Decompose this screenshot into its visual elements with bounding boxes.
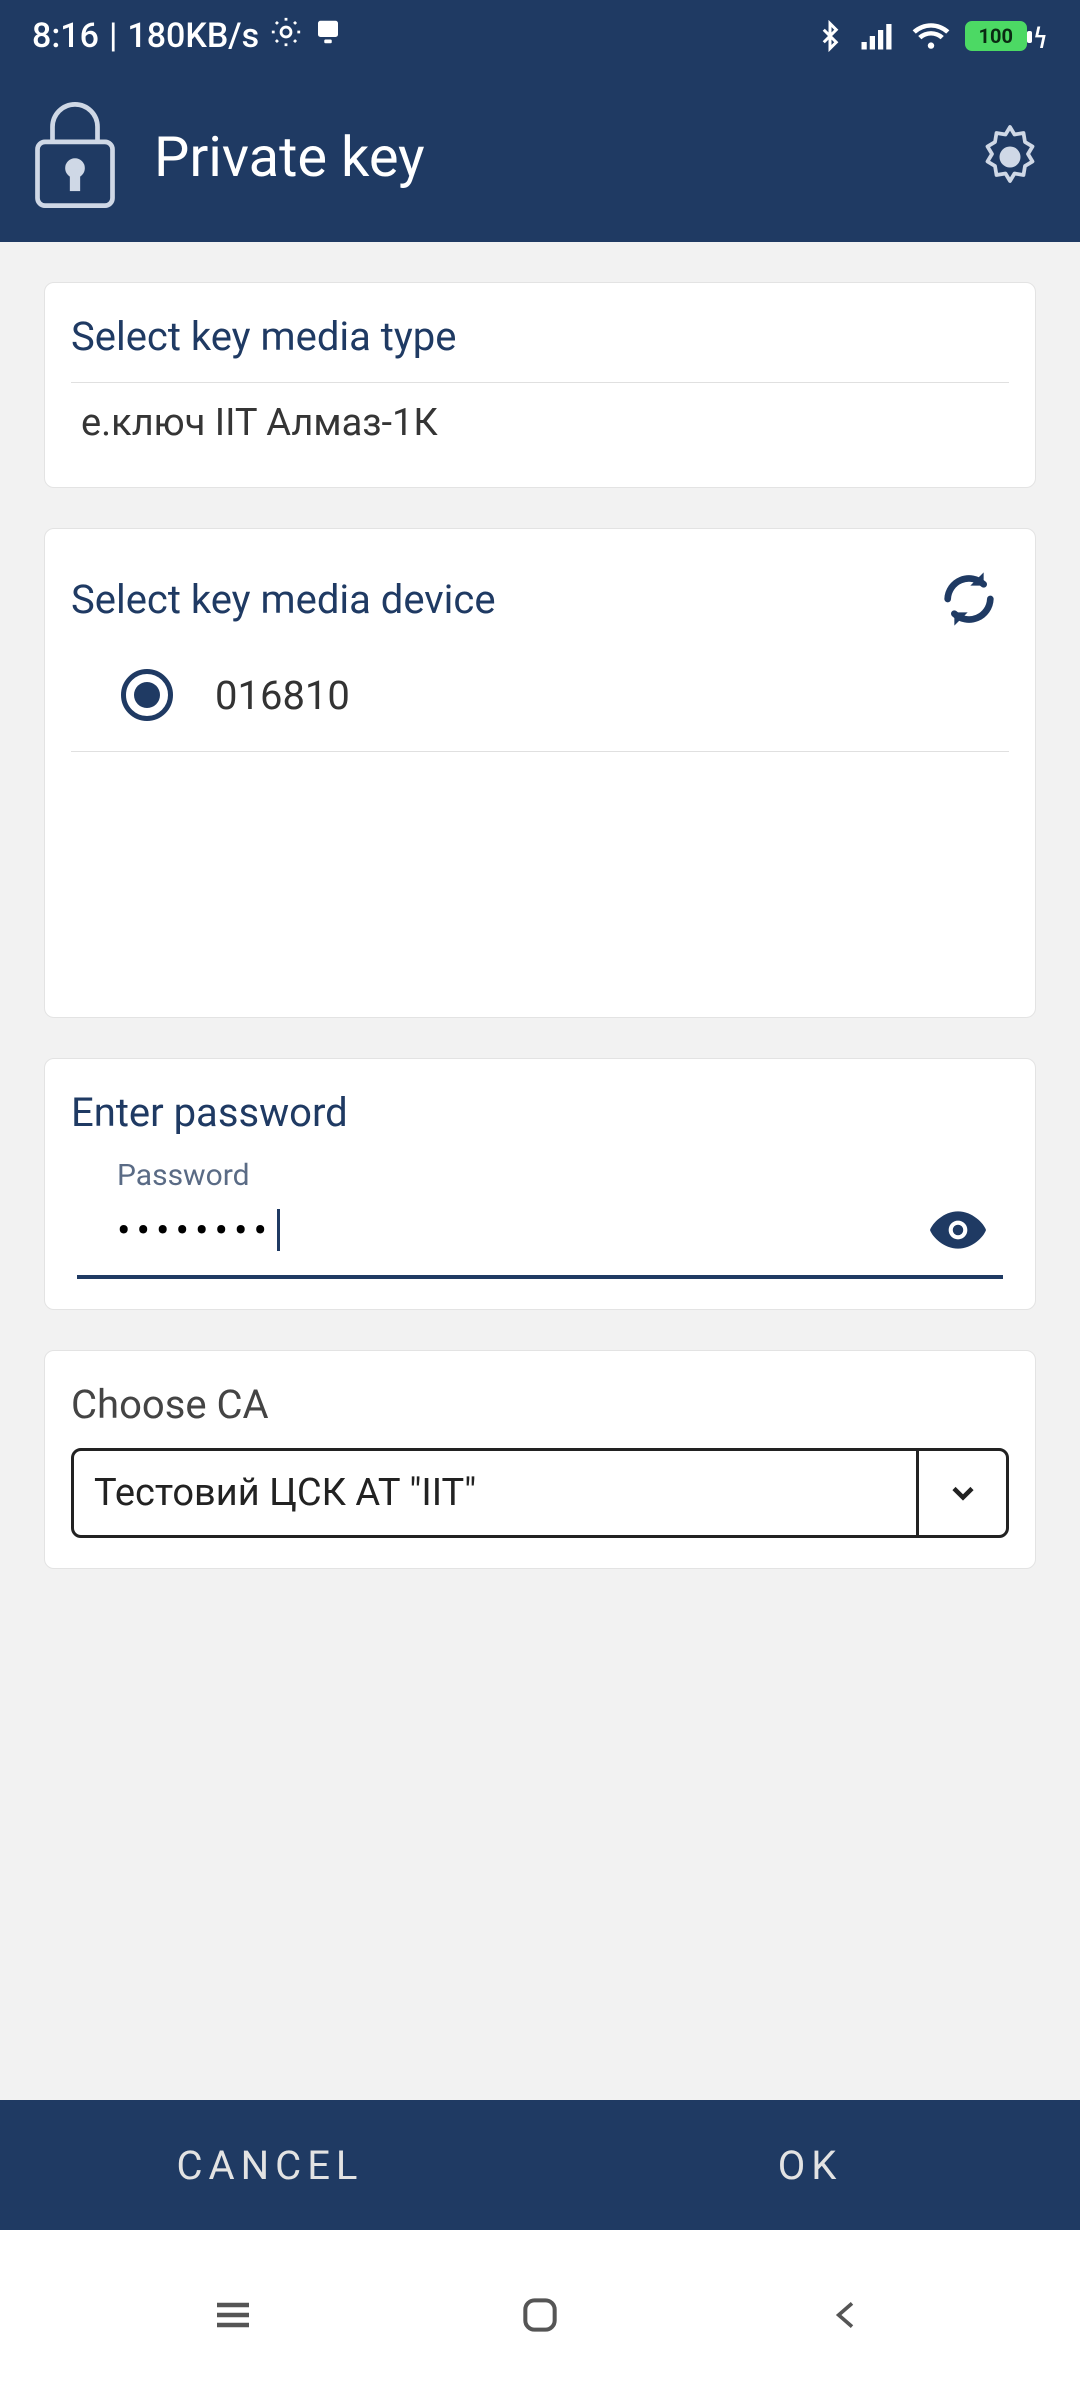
back-chevron-icon bbox=[827, 2291, 867, 2339]
bluetooth-icon bbox=[815, 19, 845, 53]
nav-back-button[interactable] bbox=[812, 2280, 882, 2350]
password-section-label: Enter password bbox=[71, 1089, 1009, 1136]
password-field[interactable]: Password •••••••• bbox=[77, 1158, 1003, 1279]
password-value: •••••••• bbox=[77, 1207, 280, 1254]
signal-icon bbox=[859, 21, 897, 51]
wifi-icon bbox=[911, 20, 951, 52]
media-type-label: Select key media type bbox=[71, 313, 1009, 360]
status-time: 8:16 bbox=[32, 16, 99, 56]
square-icon bbox=[313, 16, 343, 56]
nav-menu-button[interactable] bbox=[198, 2280, 268, 2350]
charging-icon: 𐓏 bbox=[1033, 16, 1048, 57]
system-nav-bar bbox=[0, 2230, 1080, 2400]
cancel-button[interactable]: CANCEL bbox=[0, 2100, 540, 2230]
ca-select[interactable]: Тестовий ЦСК АТ "ІІТ" bbox=[71, 1448, 1009, 1538]
device-option-0[interactable]: 016810 bbox=[71, 645, 1009, 751]
radio-icon bbox=[121, 669, 173, 721]
menu-icon bbox=[209, 2291, 257, 2339]
text-cursor bbox=[277, 1209, 280, 1251]
nav-home-button[interactable] bbox=[505, 2280, 575, 2350]
settings-button[interactable] bbox=[970, 117, 1050, 197]
gear-icon bbox=[974, 121, 1046, 193]
page-title: Private key bbox=[154, 124, 936, 190]
chevron-down-icon bbox=[916, 1451, 1006, 1535]
media-type-card: Select key media type е.ключ ІІТ Алмаз-1… bbox=[44, 282, 1036, 488]
media-type-select[interactable]: е.ключ ІІТ Алмаз-1К bbox=[71, 382, 1009, 457]
status-net-speed: 180KB/s bbox=[127, 16, 259, 56]
app-bar: Private key bbox=[0, 72, 1080, 242]
ca-selected-value: Тестовий ЦСК АТ "ІІТ" bbox=[74, 1451, 916, 1535]
password-card: Enter password Password •••••••• bbox=[44, 1058, 1036, 1310]
lock-icon bbox=[30, 100, 120, 214]
ca-card: Choose CA Тестовий ЦСК АТ "ІІТ" bbox=[44, 1350, 1036, 1569]
eye-icon bbox=[930, 1210, 986, 1250]
device-option-label: 016810 bbox=[215, 672, 350, 719]
refresh-icon bbox=[937, 567, 1001, 631]
status-left: 8:16 | 180KB/s bbox=[32, 15, 343, 58]
toggle-password-visibility-button[interactable] bbox=[923, 1195, 993, 1265]
divider bbox=[71, 751, 1009, 752]
ok-button[interactable]: OK bbox=[540, 2100, 1080, 2230]
battery-indicator: 100 𐓏 bbox=[965, 16, 1048, 57]
refresh-devices-button[interactable] bbox=[929, 559, 1009, 639]
home-square-icon bbox=[518, 2293, 562, 2337]
status-right: 100 𐓏 bbox=[815, 16, 1048, 57]
status-bar: 8:16 | 180KB/s 100 𐓏 bbox=[0, 0, 1080, 72]
media-device-label: Select key media device bbox=[71, 576, 496, 623]
media-device-card: Select key media device 016810 bbox=[44, 528, 1036, 1018]
password-float-label: Password bbox=[77, 1158, 1003, 1193]
action-bar: CANCEL OK bbox=[0, 2100, 1080, 2230]
settings-mini-icon bbox=[269, 15, 303, 58]
ca-label: Choose CA bbox=[71, 1381, 1009, 1428]
content: Select key media type е.ключ ІІТ Алмаз-1… bbox=[0, 242, 1080, 1569]
